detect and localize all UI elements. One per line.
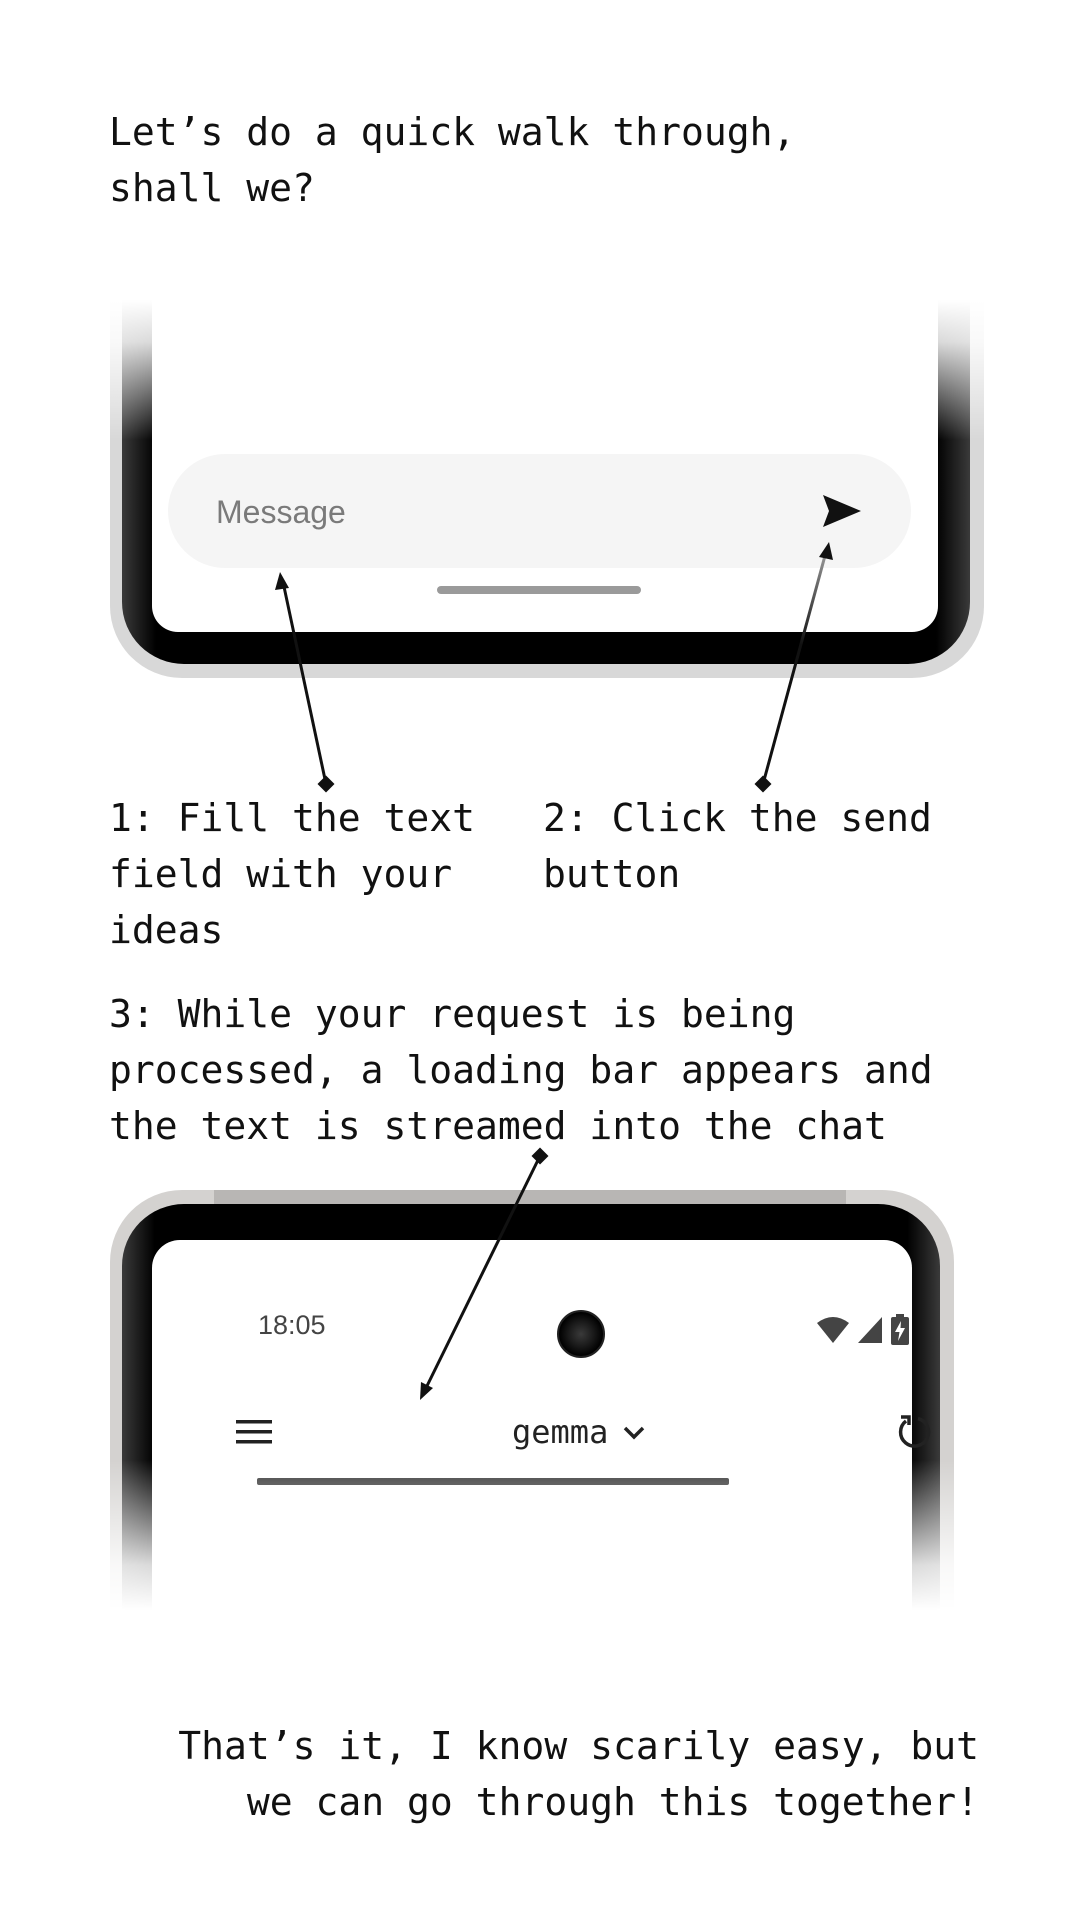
step-3-text: 3: While your request is being processed… <box>109 992 956 1148</box>
refresh-icon <box>898 1415 931 1448</box>
outro-text: That’s it, I know scarily easy, but we c… <box>178 1724 979 1824</box>
chevron-down-icon <box>624 1426 645 1440</box>
send-icon <box>823 495 861 527</box>
phone-case-edge <box>214 1190 846 1204</box>
step-2-text: 2: Click the send button <box>543 796 955 896</box>
menu-button[interactable] <box>232 1410 276 1454</box>
phone-mockup-top: 18:05 gemma <box>104 1190 984 1610</box>
model-selector[interactable]: gemma <box>512 1408 648 1456</box>
loading-bar <box>257 1478 729 1485</box>
annotation-arrows <box>275 542 833 1400</box>
message-input-container <box>168 454 911 570</box>
status-time: 18:05 <box>258 1310 326 1340</box>
model-name: gemma <box>512 1413 609 1451</box>
wifi-icon <box>817 1317 849 1343</box>
signal-icon <box>858 1317 882 1343</box>
home-indicator <box>437 586 641 594</box>
message-input[interactable] <box>214 454 778 570</box>
battery-charging-icon <box>891 1314 909 1345</box>
send-button[interactable] <box>817 487 865 535</box>
menu-icon <box>236 1420 272 1444</box>
refresh-button[interactable] <box>892 1410 936 1454</box>
step-1-text: 1: Fill the text field with your ideas <box>109 796 498 952</box>
status-icons <box>816 1314 910 1346</box>
front-camera <box>557 1310 605 1358</box>
phone-screen: 18:05 gemma <box>152 1240 931 1610</box>
intro-text: Let’s do a quick walk through, shall we? <box>109 110 819 210</box>
